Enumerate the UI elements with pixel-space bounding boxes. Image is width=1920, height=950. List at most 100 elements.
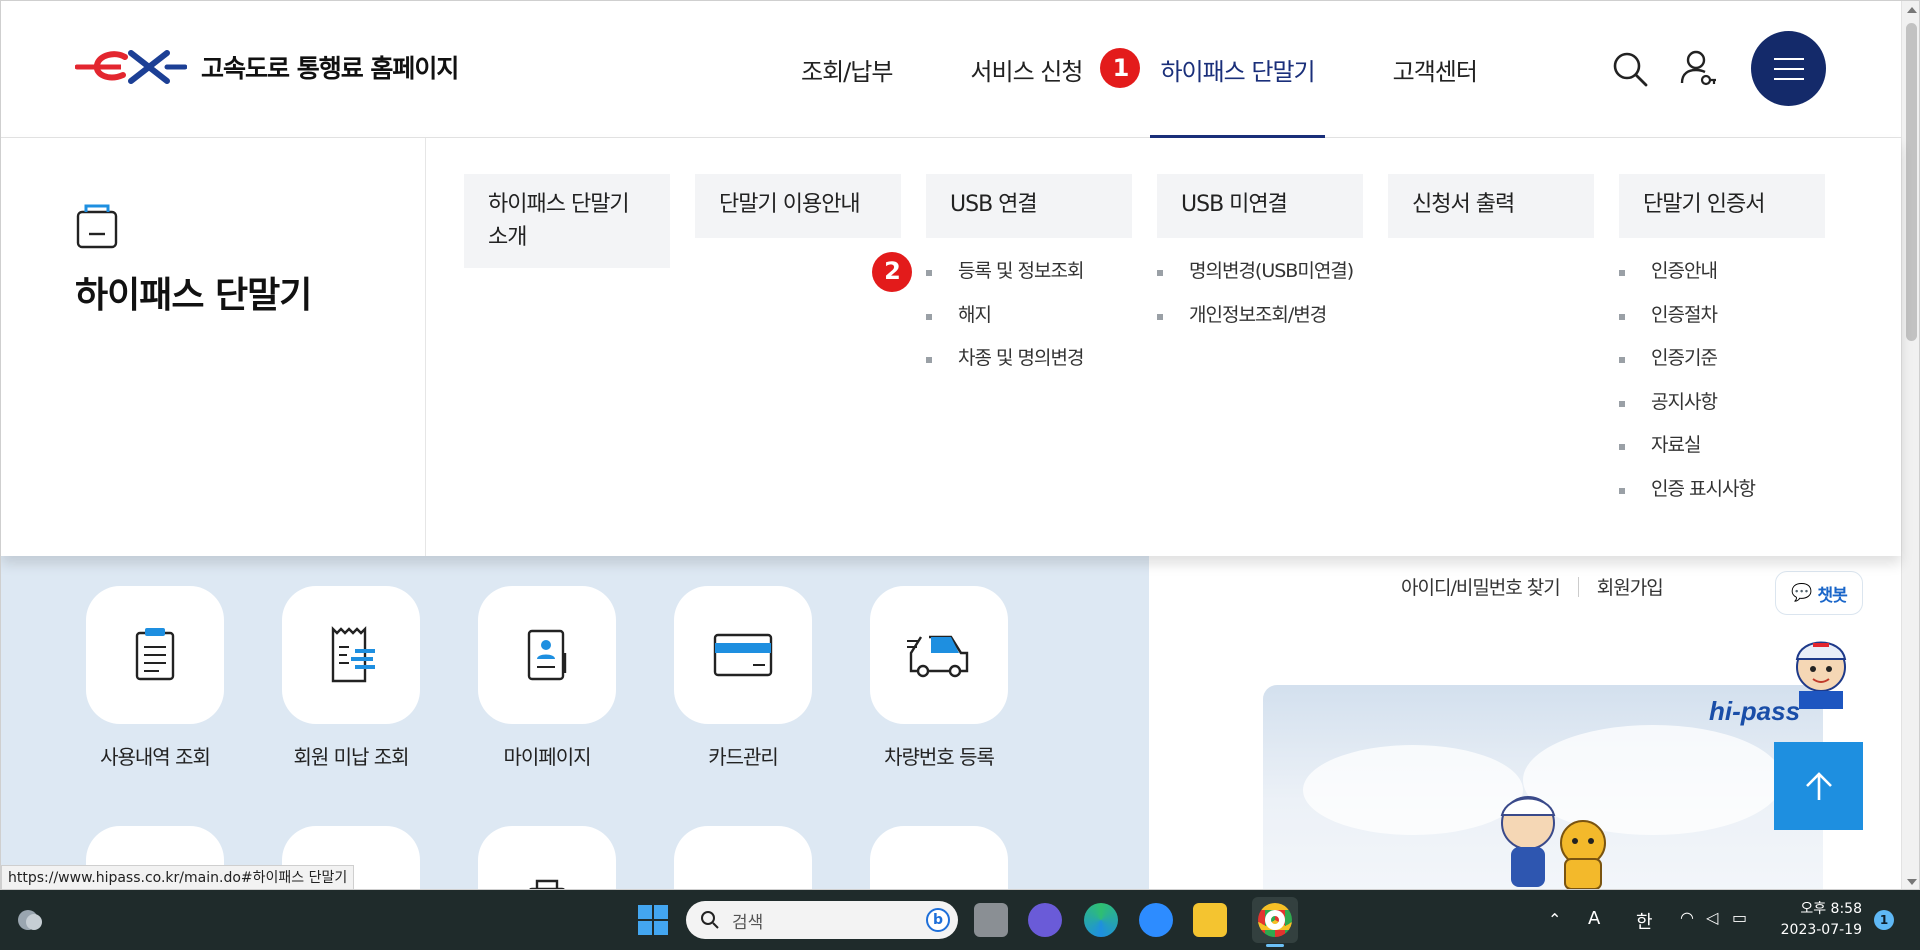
clock-time: 오후 8:58 bbox=[1800, 901, 1862, 917]
nav-item-service-apply[interactable]: 서비스 신청 bbox=[960, 1, 1092, 138]
usb-connected-list: 2 등록 및 정보조회 해지 차종 및 명의변경 bbox=[872, 238, 1132, 381]
file-explorer-icon[interactable] bbox=[1193, 903, 1227, 937]
mega-menu-dropdown: 하이패스 단말기 하이패스 단말기 소개 단말기 이용안내 USB 연결 2 등… bbox=[1, 138, 1901, 556]
page-scrollbar[interactable] bbox=[1901, 1, 1919, 889]
ex-logo-icon bbox=[75, 50, 187, 84]
menu-heading-device-intro[interactable]: 하이패스 단말기 소개 bbox=[464, 174, 670, 268]
zoom-icon[interactable] bbox=[1139, 903, 1173, 937]
bing-icon[interactable]: b bbox=[926, 908, 950, 932]
show-hidden-icons-chevron-icon[interactable]: ⌃ bbox=[1548, 910, 1561, 929]
link-status-url: https://www.hipass.co.kr/main.do#하이패스 단말… bbox=[1, 865, 355, 889]
quick-usage-history-button[interactable] bbox=[86, 586, 224, 724]
teams-chat-icon[interactable] bbox=[1028, 903, 1062, 937]
task-view-icon[interactable] bbox=[974, 903, 1008, 937]
menu-column-usb-connected: USB 연결 2 등록 및 정보조회 해지 차종 및 명의변경 bbox=[872, 174, 1132, 381]
main-nav: 조회/납부 서비스 신청 1 하이패스 단말기 고객센터 bbox=[791, 1, 1545, 139]
ime-korean-indicator[interactable]: 한 bbox=[1636, 908, 1653, 934]
mega-menu-title: 하이패스 단말기 bbox=[75, 275, 312, 316]
search-icon[interactable] bbox=[1611, 50, 1649, 88]
menu-item-archive[interactable]: 자료실 bbox=[1619, 424, 1825, 468]
quick-tile-row2-4[interactable] bbox=[674, 826, 812, 889]
chrome-browser-icon[interactable] bbox=[1258, 903, 1292, 937]
menu-item-label: 인증안내 bbox=[1651, 260, 1718, 282]
browser-window: 고속도로 통행료 홈페이지 조회/납부 서비스 신청 1 하이패스 단말기 고객… bbox=[0, 0, 1920, 890]
menu-item-cert-guide[interactable]: 인증안내 bbox=[1619, 250, 1825, 294]
menu-item-notice[interactable]: 공지사항 bbox=[1619, 381, 1825, 425]
edge-browser-icon[interactable] bbox=[1084, 903, 1118, 937]
menu-item-label: 인증 표시사항 bbox=[1651, 477, 1756, 500]
menu-heading-usb-not-connected[interactable]: USB 미연결 bbox=[1157, 174, 1363, 238]
windows-start-icon[interactable] bbox=[638, 905, 668, 935]
clock-date: 2023-07-19 bbox=[1780, 922, 1862, 938]
menu-item-vehicle-owner-change[interactable]: 차종 및 명의변경 bbox=[926, 337, 1132, 381]
menu-heading-form-print[interactable]: 신청서 출력 bbox=[1388, 174, 1594, 238]
scroll-up-arrow-icon[interactable] bbox=[1907, 7, 1917, 13]
menu-item-register-info[interactable]: 2 등록 및 정보조회 bbox=[872, 250, 1132, 294]
nav-label: 조회/납부 bbox=[801, 58, 893, 86]
hipass-brand-text: hi-pass bbox=[1709, 696, 1801, 726]
quick-tile-row2-3[interactable] bbox=[478, 826, 616, 889]
weather-cloud-icon[interactable] bbox=[14, 906, 44, 934]
quick-label-usage-history: 사용내역 조회 bbox=[100, 745, 211, 769]
system-clock[interactable]: 오후 8:58 2023-07-19 bbox=[1772, 899, 1862, 941]
step-badge-1: 1 bbox=[1100, 48, 1141, 88]
hamburger-icon bbox=[1773, 57, 1804, 80]
taskbar-search-placeholder: 검색 bbox=[732, 912, 764, 933]
arrow-up-icon bbox=[1805, 772, 1832, 800]
scroll-down-arrow-icon[interactable] bbox=[1907, 879, 1917, 885]
nav-item-inquiry-payment[interactable]: 조회/납부 bbox=[791, 1, 902, 138]
document-list-icon bbox=[135, 628, 175, 681]
menu-item-label: 등록 및 정보조회 bbox=[958, 260, 1084, 282]
quick-label-card-manage: 카드관리 bbox=[708, 745, 779, 769]
mascot-characters-icon bbox=[1500, 796, 1606, 889]
site-header: 고속도로 통행료 홈페이지 조회/납부 서비스 신청 1 하이패스 단말기 고객… bbox=[1, 1, 1901, 139]
quick-tile-row2-5[interactable] bbox=[870, 826, 1008, 889]
ime-language-indicator[interactable]: A bbox=[1588, 908, 1600, 929]
scroll-to-top-button[interactable] bbox=[1774, 742, 1863, 830]
quick-mypage-button[interactable] bbox=[478, 586, 616, 724]
menu-heading-usage-guide[interactable]: 단말기 이용안내 bbox=[695, 174, 901, 238]
menu-column-form-print: 신청서 출력 bbox=[1388, 174, 1594, 238]
find-id-password-link[interactable]: 아이디/비밀번호 찾기 bbox=[1401, 573, 1561, 600]
nav-item-hipass-device[interactable]: 1 하이패스 단말기 bbox=[1100, 1, 1325, 139]
menu-item-label: 공지사항 bbox=[1651, 390, 1718, 413]
menu-item-cert-procedure[interactable]: 인증절차 bbox=[1619, 294, 1825, 338]
join-link[interactable]: 회원가입 bbox=[1597, 573, 1664, 600]
nav-item-customer-center[interactable]: 고객센터 bbox=[1383, 1, 1487, 138]
quick-car-number-button[interactable] bbox=[870, 586, 1008, 724]
car-icon bbox=[907, 635, 969, 678]
battery-icon[interactable]: ▭ bbox=[1732, 908, 1747, 927]
menu-item-label: 개인정보조회/변경 bbox=[1189, 303, 1327, 326]
link-divider bbox=[1577, 576, 1579, 597]
menu-item-cert-marking[interactable]: 인증 표시사항 bbox=[1619, 468, 1825, 512]
wifi-icon[interactable]: ◠ bbox=[1680, 908, 1694, 927]
taskbar-search-box[interactable]: 검색 b bbox=[686, 901, 958, 939]
nav-label: 고객센터 bbox=[1392, 58, 1478, 86]
scroll-thumb[interactable] bbox=[1906, 23, 1917, 341]
chatbot-button[interactable]: 💬 챗봇 bbox=[1775, 571, 1863, 615]
menu-item-owner-change-no-usb[interactable]: 명의변경(USB미연결) bbox=[1157, 250, 1363, 294]
all-menu-button[interactable] bbox=[1751, 31, 1826, 106]
menu-item-cert-criteria[interactable]: 인증기준 bbox=[1619, 337, 1825, 381]
chatbot-label: 챗봇 bbox=[1817, 585, 1847, 606]
nav-label: 하이패스 단말기 bbox=[1160, 58, 1315, 86]
windows-taskbar: 검색 b ⌃ A 한 ◠ ◁ ▭ 오후 8:58 2023-07-19 1 bbox=[0, 890, 1920, 950]
active-app-indicator bbox=[1266, 944, 1284, 947]
quick-unpaid-button[interactable] bbox=[282, 586, 420, 724]
menu-item-cancel[interactable]: 해지 bbox=[926, 294, 1132, 338]
site-title: 고속도로 통행료 홈페이지 bbox=[201, 54, 459, 83]
quick-label-car-number: 차량번호 등록 bbox=[884, 745, 995, 769]
menu-heading-usb-connected[interactable]: USB 연결 bbox=[926, 174, 1132, 238]
menu-item-personal-info[interactable]: 개인정보조회/변경 bbox=[1157, 294, 1363, 338]
hipass-device-icon bbox=[76, 204, 118, 249]
menu-column-usage-guide: 단말기 이용안내 bbox=[695, 174, 901, 238]
menu-heading-certification[interactable]: 단말기 인증서 bbox=[1619, 174, 1825, 238]
quick-card-manage-button[interactable] bbox=[674, 586, 812, 724]
receipt-icon bbox=[331, 626, 375, 683]
user-login-icon[interactable] bbox=[1679, 49, 1717, 89]
notification-badge[interactable]: 1 bbox=[1874, 910, 1894, 930]
site-logo[interactable]: 고속도로 통행료 홈페이지 bbox=[75, 47, 459, 87]
menu-column-usb-not-connected: USB 미연결 명의변경(USB미연결) 개인정보조회/변경 bbox=[1157, 174, 1363, 337]
volume-icon[interactable]: ◁ bbox=[1706, 908, 1718, 927]
printer-icon bbox=[529, 879, 565, 889]
